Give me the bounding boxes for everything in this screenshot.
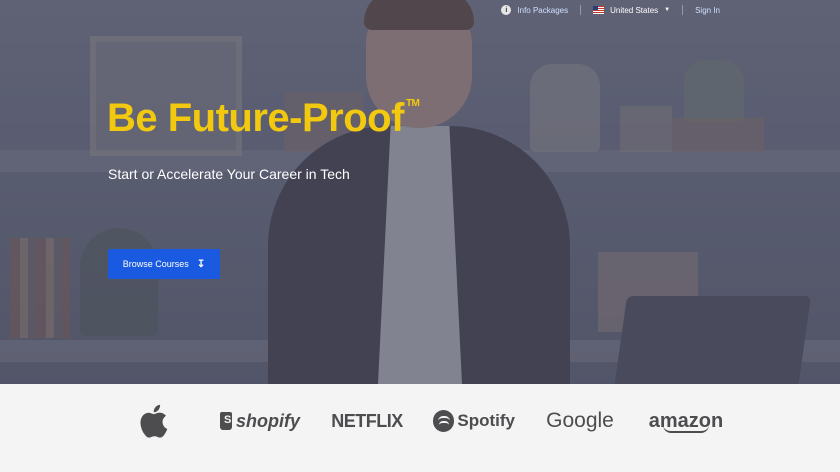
apple-logo [136,384,170,458]
top-navigation: i Info Packages United States ▼ Sign In [0,0,840,20]
country-selector[interactable]: United States ▼ [581,0,682,20]
spotify-icon [433,410,455,432]
info-icon: i [501,5,512,15]
shopify-logo: shopify [220,384,300,458]
shopify-bag-icon [220,412,232,430]
hero-overlay [0,0,840,384]
hero-title: Be Future-Proof TM [107,96,420,141]
shopify-wordmark: shopify [235,410,300,431]
browse-courses-label: Browse Courses [122,259,189,269]
spotify-logo: Spotify [433,384,515,458]
trademark-symbol: TM [405,98,420,109]
hero-section: i Info Packages United States ▼ Sign In … [0,0,840,384]
hero-title-text: Be Future-Proof [107,96,404,140]
us-flag-icon [593,6,605,14]
amazon-smile-icon [663,425,709,433]
amazon-logo: amazon [649,384,723,458]
country-label: United States [610,5,659,15]
netflix-logo: NETFLIX [331,410,403,431]
sign-in-link[interactable]: Sign In [683,0,732,20]
partner-logos-bar: shopify NETFLIX Spotify Google amazon [0,384,840,458]
info-packages-label: Info Packages [517,5,569,15]
arrow-down-icon: ↧ [196,258,206,270]
caret-down-icon: ▼ [664,7,671,13]
info-packages-link[interactable]: i Info Packages [489,0,580,20]
hero-subtitle: Start or Accelerate Your Career in Tech [108,166,350,182]
browse-courses-button[interactable]: Browse Courses ↧ [108,249,220,279]
google-logo: Google [546,409,614,432]
spotify-wordmark: Spotify [457,411,515,430]
